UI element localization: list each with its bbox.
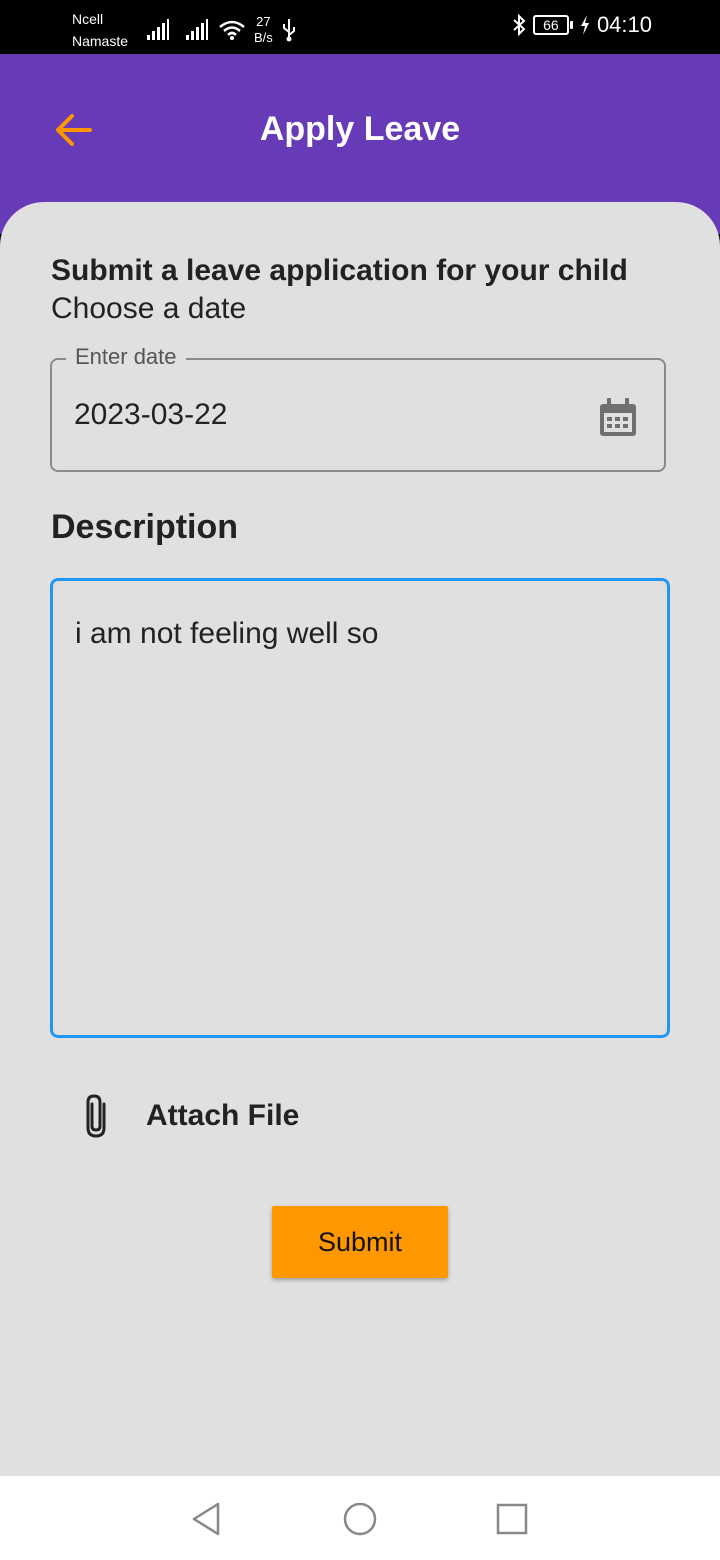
form-subheading: Choose a date (51, 292, 247, 325)
form-heading: Submit a leave application for your chil… (51, 254, 628, 287)
signal-icon-2 (186, 19, 208, 40)
carrier-sub-name: Namaste (72, 33, 129, 49)
network-speed-unit: B/s (254, 30, 273, 45)
description-field[interactable]: i am not feeling well so (50, 578, 670, 1038)
signal-icon (147, 19, 169, 40)
network-speed: 27 B/s (254, 14, 273, 46)
date-field[interactable]: Enter date 2023-03-22 (50, 344, 666, 472)
page-title: Apply Leave (259, 110, 461, 148)
attach-file-button[interactable]: Attach File (80, 1092, 299, 1140)
calendar-icon[interactable] (598, 398, 638, 438)
system-nav-bar (0, 1476, 720, 1560)
status-bar: Ncell Namaste 27 B/s 66 04:10 (0, 0, 720, 54)
battery-indicator: 66 (532, 15, 573, 35)
carrier-info: Ncell Namaste (72, 8, 128, 52)
carrier-name: Ncell (72, 11, 104, 27)
clock: 04:10 (596, 12, 652, 37)
usb-icon (282, 19, 295, 42)
status-icons-right: 66 04:10 (511, 12, 652, 38)
circle-home-icon[interactable] (341, 1500, 379, 1538)
date-field-value[interactable]: 2023-03-22 (74, 398, 227, 432)
leave-form: Submit a leave application for your chil… (0, 202, 720, 1476)
battery-level: 66 (543, 17, 559, 33)
network-speed-value: 27 (256, 14, 271, 29)
description-label: Description (51, 508, 239, 546)
wifi-icon (219, 20, 245, 40)
description-value[interactable]: i am not feeling well so (75, 617, 379, 651)
square-recents-icon[interactable] (493, 1500, 531, 1538)
bluetooth-icon (513, 13, 526, 37)
date-field-label: Enter date (66, 344, 186, 370)
triangle-back-icon[interactable] (188, 1500, 226, 1538)
submit-button[interactable]: Submit (272, 1206, 448, 1278)
attach-file-label: Attach File (146, 1099, 300, 1132)
charging-icon (580, 15, 589, 35)
paperclip-icon (86, 1094, 106, 1138)
status-icons-left: 27 B/s (146, 14, 297, 46)
